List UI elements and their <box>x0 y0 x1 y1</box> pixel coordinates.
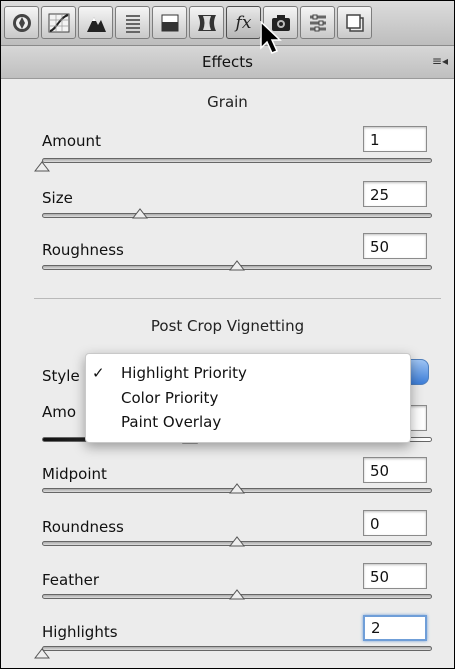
tab-lens-corrections[interactable] <box>189 6 224 39</box>
vignetting-section-title: Post Crop Vignetting <box>150 317 305 335</box>
detail-icon <box>86 16 106 32</box>
midpoint-label: Midpoint <box>42 465 107 483</box>
snapshots-icon <box>345 13 364 32</box>
style-dropdown-menu: ✓ Highlight Priority Color Priority Pain… <box>85 353 411 443</box>
feather-label: Feather <box>42 571 100 589</box>
highlights-field[interactable]: 2 <box>363 615 427 641</box>
grain-size-label: Size <box>42 189 73 207</box>
tab-basic[interactable] <box>4 6 39 39</box>
basic-icon <box>12 13 31 32</box>
panel-title: Effects <box>202 53 253 71</box>
grain-amount-label: Amount <box>42 132 101 150</box>
effects-fx-icon: fx <box>235 12 252 33</box>
tab-split-toning[interactable] <box>152 6 187 39</box>
grain-size-slider[interactable] <box>42 213 432 218</box>
option-label: Color Priority <box>121 389 219 407</box>
grain-amount-slider[interactable] <box>42 158 432 163</box>
tab-presets[interactable] <box>300 6 335 39</box>
grain-amount-field[interactable]: 1 <box>363 126 427 152</box>
style-option-color-priority[interactable]: Color Priority <box>86 386 410 409</box>
tab-detail[interactable] <box>78 6 113 39</box>
grain-roughness-label: Roughness <box>42 241 124 259</box>
feather-field[interactable]: 50 <box>363 563 427 589</box>
grain-size-field[interactable]: 25 <box>363 181 427 207</box>
split-toning-icon <box>161 14 178 31</box>
section-divider <box>34 298 441 299</box>
option-label: Paint Overlay <box>121 413 222 431</box>
panel-menu-icon[interactable]: ≡◂ <box>432 54 448 68</box>
tab-tone-curve[interactable] <box>41 6 76 39</box>
option-label: Highlight Priority <box>121 364 247 382</box>
feather-thumb[interactable] <box>229 589 245 600</box>
grain-amount-thumb[interactable] <box>34 161 50 172</box>
midpoint-thumb[interactable] <box>229 483 245 494</box>
style-option-paint-overlay[interactable]: Paint Overlay <box>86 410 410 433</box>
presets-icon <box>309 14 326 31</box>
checkmark-icon: ✓ <box>92 364 105 382</box>
panel-header: Effects ≡◂ <box>1 46 454 79</box>
lens-corrections-icon <box>197 14 216 31</box>
highlights-slider[interactable] <box>42 646 432 651</box>
vignetting-amount-label: Amo <box>42 403 77 421</box>
tab-snapshots[interactable] <box>337 6 372 39</box>
roundness-thumb[interactable] <box>229 536 245 547</box>
highlights-label: Highlights <box>42 623 118 641</box>
effects-panel: fx Effects ≡◂ Grain Amount 1 Size 25 Rou… <box>0 0 455 669</box>
grain-roughness-field[interactable]: 50 <box>363 233 427 259</box>
highlights-thumb[interactable] <box>34 648 50 659</box>
vignetting-style-label: Style <box>42 367 80 385</box>
mouse-pointer-icon <box>260 21 282 54</box>
style-option-highlight-priority[interactable]: ✓ Highlight Priority <box>86 361 410 384</box>
roundness-label: Roundness <box>42 518 124 536</box>
tab-hsl[interactable] <box>115 6 150 39</box>
panel-tab-toolbar: fx <box>1 1 454 46</box>
grain-roughness-thumb[interactable] <box>229 260 245 271</box>
midpoint-field[interactable]: 50 <box>363 457 427 483</box>
hsl-icon <box>125 14 140 33</box>
roundness-field[interactable]: 0 <box>363 510 427 536</box>
grain-size-thumb[interactable] <box>131 208 148 219</box>
grain-section-title: Grain <box>207 93 248 111</box>
tab-effects[interactable]: fx <box>226 6 261 39</box>
tone-curve-icon <box>48 13 69 32</box>
